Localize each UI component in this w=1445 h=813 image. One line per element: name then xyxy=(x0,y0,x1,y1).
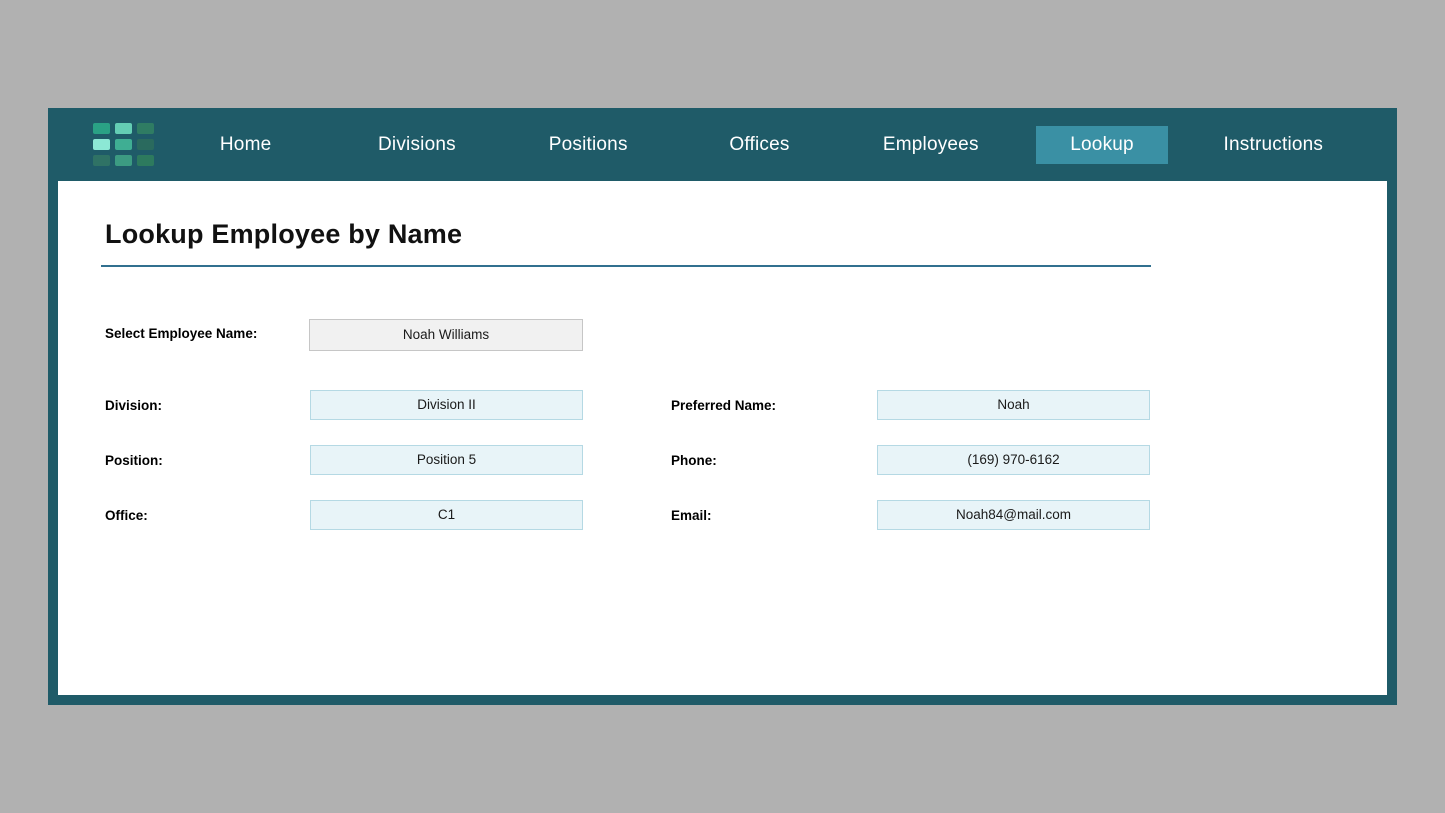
nav-item-label: Employees xyxy=(883,126,979,164)
position-value-field: Position 5 xyxy=(310,445,583,475)
nav-item-label: Offices xyxy=(729,126,789,164)
navbar: Home Divisions Positions Offices Employe… xyxy=(48,108,1397,181)
division-value-field: Division II xyxy=(310,390,583,420)
logo-tile xyxy=(115,123,132,134)
phone-label: Phone: xyxy=(671,446,717,476)
logo-tile xyxy=(93,155,110,166)
email-value-field: Noah84@mail.com xyxy=(877,500,1150,530)
logo-tile xyxy=(137,123,154,134)
desktop-background: { "colors": { "desktop_bg": "#b1b1b1", "… xyxy=(0,0,1445,813)
nav-item-instructions[interactable]: Instructions xyxy=(1188,108,1359,181)
nav-item-home[interactable]: Home xyxy=(160,108,331,181)
nav-item-label: Lookup xyxy=(1036,126,1168,164)
office-label: Office: xyxy=(105,501,148,531)
logo-tile xyxy=(137,139,154,150)
preferred-name-value-field: Noah xyxy=(877,390,1150,420)
nav-item-label: Divisions xyxy=(378,126,456,164)
nav-item-employees[interactable]: Employees xyxy=(845,108,1016,181)
logo xyxy=(48,108,160,181)
position-label: Position: xyxy=(105,446,163,476)
nav-item-label: Instructions xyxy=(1224,126,1324,164)
preferred-name-label: Preferred Name: xyxy=(671,391,776,421)
division-label: Division: xyxy=(105,391,162,421)
office-value-field: C1 xyxy=(310,500,583,530)
select-employee-label: Select Employee Name: xyxy=(105,319,257,349)
logo-tile xyxy=(137,155,154,166)
nav-item-offices[interactable]: Offices xyxy=(674,108,845,181)
logo-tile xyxy=(115,139,132,150)
nav-item-lookup-active[interactable]: Lookup xyxy=(1016,108,1187,181)
employee-name-select[interactable]: Noah Williams xyxy=(309,319,583,351)
phone-value-field: (169) 970-6162 xyxy=(877,445,1150,475)
nav-item-label: Positions xyxy=(549,126,628,164)
page-title: Lookup Employee by Name xyxy=(105,219,462,250)
app-window: Home Divisions Positions Offices Employe… xyxy=(48,108,1397,705)
nav-item-divisions[interactable]: Divisions xyxy=(331,108,502,181)
logo-tile xyxy=(93,123,110,134)
logo-tile xyxy=(115,155,132,166)
nav-menu: Home Divisions Positions Offices Employe… xyxy=(160,108,1397,181)
logo-grid-icon xyxy=(93,123,154,166)
email-label: Email: xyxy=(671,501,712,531)
logo-tile xyxy=(93,139,110,150)
content-area: Lookup Employee by Name Select Employee … xyxy=(58,181,1387,695)
nav-item-label: Home xyxy=(220,126,271,164)
nav-item-positions[interactable]: Positions xyxy=(503,108,674,181)
title-divider xyxy=(101,265,1151,267)
